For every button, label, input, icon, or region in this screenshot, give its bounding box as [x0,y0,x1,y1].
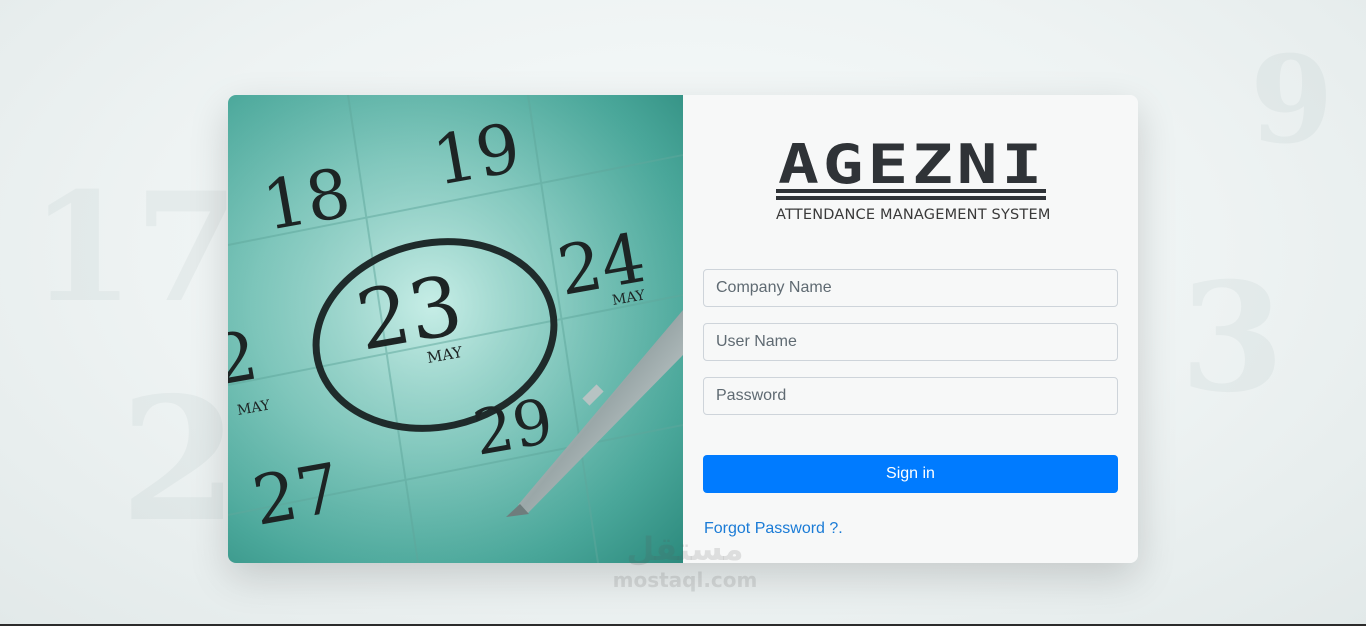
sign-in-button[interactable]: Sign in [703,455,1118,493]
watermark-latin: mostaql.com [612,568,758,592]
date-29: 29 [468,384,558,470]
calendar-illustration: 18 19 23 24 29 27 2 MAY MAY MAY [228,95,683,563]
user-name-input[interactable] [703,323,1118,361]
watermark: مستقل mostaql.com [600,530,770,592]
company-name-input[interactable] [703,269,1118,307]
date-27: 27 [247,449,346,542]
login-form-panel: AGEZNI ATTENDANCE MANAGEMENT SYSTEM Sign… [683,95,1138,563]
date-19: 19 [427,109,526,202]
agezni-logo-mark: AGEZNI [776,133,1046,200]
login-card: 18 19 23 24 29 27 2 MAY MAY MAY AGEZNI A… [228,95,1138,563]
date-18: 18 [257,154,356,247]
logo-brand-text: AGEZNI [778,135,1046,196]
logo-tagline: ATTENDANCE MANAGEMENT SYSTEM [776,207,1051,223]
watermark-arabic: مستقل [626,530,744,568]
logo: AGEZNI ATTENDANCE MANAGEMENT SYSTEM [776,133,1051,227]
calendar-photo: 18 19 23 24 29 27 2 MAY MAY MAY [228,95,683,563]
password-input[interactable] [703,377,1118,415]
